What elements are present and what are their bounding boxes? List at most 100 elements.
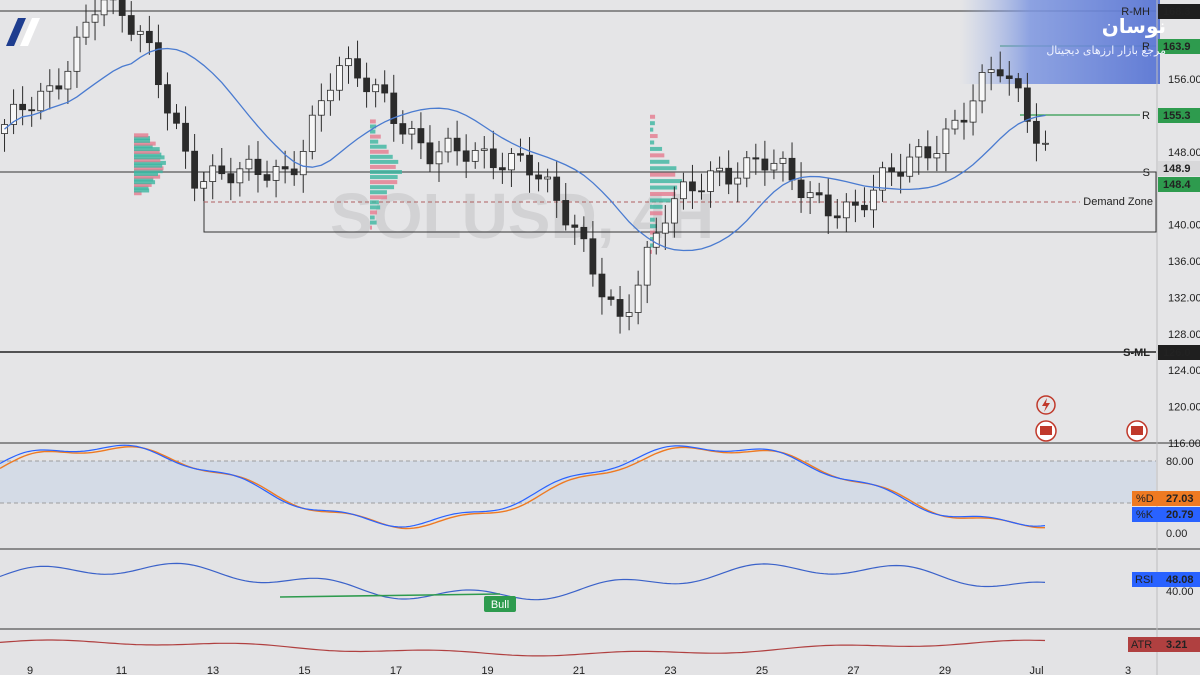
price-tick-5: 140.00 bbox=[1168, 220, 1200, 232]
chart-stage: SOLUSD, 4H Bull 156.00 148.00 140.00 136… bbox=[0, 0, 1200, 675]
candle bbox=[861, 204, 868, 211]
candle bbox=[1005, 75, 1013, 79]
candle bbox=[1033, 120, 1040, 144]
candle bbox=[761, 158, 769, 171]
candle bbox=[182, 122, 189, 152]
candle bbox=[598, 273, 606, 298]
time-label-7: 23 bbox=[664, 665, 676, 675]
candle bbox=[661, 222, 669, 234]
candle bbox=[299, 151, 307, 176]
candle bbox=[797, 179, 805, 199]
price-tick-3: 148.00 bbox=[1168, 147, 1200, 159]
volume-profile-bar bbox=[370, 200, 379, 205]
candle bbox=[480, 148, 488, 151]
candle bbox=[779, 157, 787, 164]
candle bbox=[806, 192, 814, 199]
time-label-8: 25 bbox=[756, 665, 768, 675]
candle bbox=[354, 58, 361, 79]
candle bbox=[643, 246, 651, 286]
candle bbox=[852, 201, 859, 206]
brand-logo-icon bbox=[6, 18, 40, 46]
volume-profile-bar bbox=[650, 204, 663, 209]
volume-profile-bar bbox=[370, 195, 388, 200]
level-label-r: R bbox=[1142, 110, 1150, 122]
rsi-value: 48.08 bbox=[1166, 574, 1194, 586]
candle bbox=[471, 150, 479, 162]
candle bbox=[788, 157, 796, 181]
volume-profile-bar bbox=[650, 140, 655, 145]
candle bbox=[1023, 87, 1031, 122]
volume-profile-bar bbox=[134, 133, 149, 138]
volume-profile-bar bbox=[370, 164, 396, 169]
candle bbox=[308, 114, 316, 152]
volume-profile-bar bbox=[370, 139, 379, 144]
candle bbox=[689, 181, 696, 192]
rsi-tick-40: 40.00 bbox=[1166, 586, 1194, 598]
candle bbox=[345, 58, 352, 67]
volume-profile-bar bbox=[650, 191, 676, 196]
candle bbox=[191, 150, 198, 189]
candle bbox=[698, 190, 705, 193]
candle bbox=[725, 167, 733, 185]
volume-profile-bar bbox=[370, 215, 375, 220]
us-flag-icon-2 bbox=[1131, 426, 1143, 435]
candle bbox=[46, 85, 54, 92]
price-tick-8: 128.00 bbox=[1168, 329, 1200, 341]
candle bbox=[145, 30, 153, 44]
candle bbox=[526, 154, 533, 176]
candle bbox=[815, 192, 823, 196]
level-label-sml: S-ML bbox=[1123, 347, 1150, 359]
volume-profile-bar bbox=[650, 114, 656, 119]
candle bbox=[924, 146, 932, 159]
volume-profile-bar bbox=[370, 170, 402, 174]
atr-label: ATR bbox=[1131, 639, 1152, 651]
badge-sml: 126.0 bbox=[1163, 347, 1191, 359]
stoch-tick-0: 0.00 bbox=[1166, 528, 1187, 540]
badge-r: 155.3 bbox=[1163, 110, 1191, 122]
rsi-label: RSI bbox=[1135, 574, 1153, 586]
volume-profile-bar bbox=[370, 185, 395, 190]
time-label-2: 13 bbox=[207, 665, 219, 675]
stoch-tick-80: 80.00 bbox=[1166, 456, 1194, 468]
volume-profile-bar bbox=[370, 134, 381, 139]
candle bbox=[82, 21, 90, 38]
volume-profile-bar bbox=[370, 149, 389, 154]
time-label-12: 3 bbox=[1125, 665, 1131, 675]
stoch-band bbox=[0, 461, 1156, 503]
volume-profile-bar bbox=[650, 127, 654, 132]
brand-name: نوسان bbox=[1101, 14, 1166, 38]
candle bbox=[978, 72, 986, 102]
level-label-s: S bbox=[1143, 167, 1150, 179]
volume-profile-bar bbox=[650, 172, 676, 177]
candle bbox=[136, 30, 144, 35]
price-tick-1: 156.00 bbox=[1168, 74, 1200, 86]
candle bbox=[263, 174, 271, 181]
candle bbox=[399, 123, 407, 135]
candle bbox=[897, 171, 905, 177]
candle bbox=[562, 200, 570, 226]
candle bbox=[28, 109, 36, 112]
candle bbox=[734, 177, 742, 185]
candle bbox=[200, 181, 208, 189]
candle bbox=[824, 194, 832, 217]
time-label-11: Jul bbox=[1029, 665, 1043, 675]
price-tick-9: 124.00 bbox=[1168, 365, 1200, 377]
candle bbox=[272, 166, 280, 181]
candle bbox=[752, 157, 760, 160]
candle bbox=[290, 168, 298, 176]
candle bbox=[281, 166, 289, 170]
volume-profile-bar bbox=[370, 210, 378, 215]
candle bbox=[870, 189, 877, 211]
volume-profile-bar bbox=[370, 220, 377, 225]
candle bbox=[498, 167, 506, 171]
volume-profile-bar bbox=[370, 175, 398, 180]
brand-tagline: مرجع بازار ارزهای دیجیتال bbox=[1046, 44, 1166, 57]
candle bbox=[489, 148, 497, 169]
trading-chart[interactable]: SOLUSD, 4H Bull 156.00148.00140.00136.00… bbox=[0, 0, 1200, 675]
time-label-5: 19 bbox=[481, 665, 493, 675]
candle bbox=[969, 100, 977, 123]
atr-panel-bg bbox=[0, 629, 1200, 675]
price-tick-6: 136.00 bbox=[1168, 256, 1200, 268]
time-label-3: 15 bbox=[298, 665, 310, 675]
candle bbox=[245, 158, 253, 170]
